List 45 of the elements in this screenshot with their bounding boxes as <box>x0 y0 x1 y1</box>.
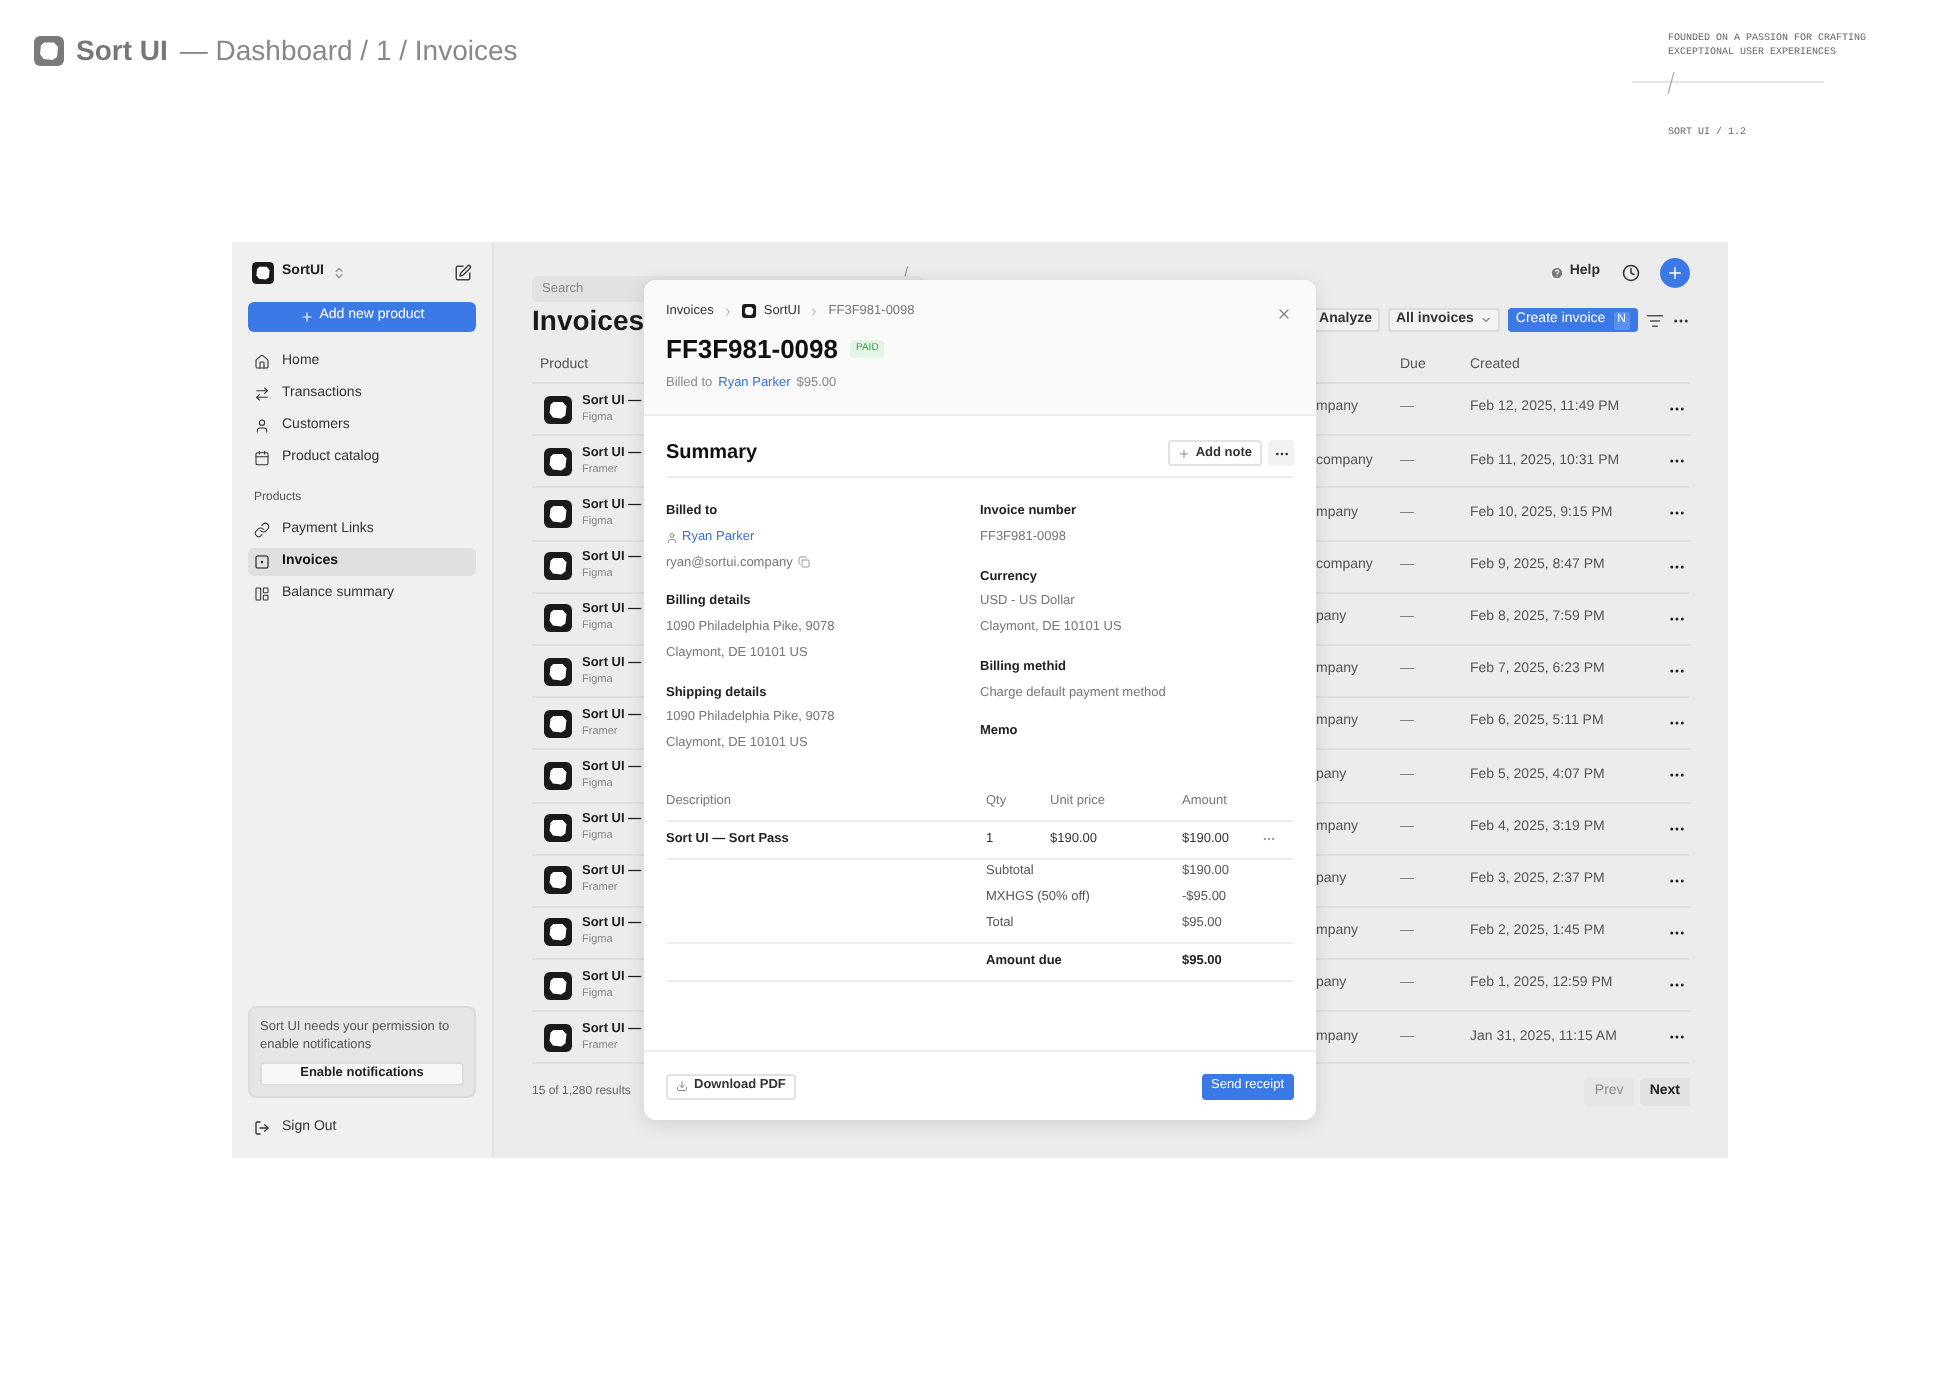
chevron-updown-icon[interactable] <box>332 265 346 279</box>
product-icon <box>544 971 572 1000</box>
plus-icon <box>1177 447 1190 459</box>
product-icon <box>544 814 572 843</box>
product-icon <box>544 499 572 528</box>
nav-icon <box>254 418 270 434</box>
product-icon <box>544 918 572 947</box>
summary-heading: Summary <box>666 440 758 468</box>
product-icon <box>544 657 572 686</box>
page-title: Invoices <box>532 301 645 339</box>
nav-icon <box>254 522 270 538</box>
product-icon <box>544 447 572 476</box>
sign-out-icon <box>254 1119 270 1136</box>
product-icon <box>544 395 572 424</box>
download-icon <box>676 1080 688 1092</box>
plus-icon <box>299 310 314 324</box>
nav-icon <box>254 354 270 370</box>
chevron-right-icon <box>808 305 821 318</box>
product-icon <box>544 604 572 633</box>
product-icon <box>544 709 572 738</box>
chevron-right-icon <box>721 305 734 318</box>
filter-icon[interactable] <box>1646 311 1664 329</box>
help-icon <box>1549 265 1564 279</box>
more-button[interactable] <box>1268 440 1294 466</box>
brand-name: Sort UI <box>76 31 168 69</box>
product-icon <box>544 866 572 895</box>
add-button[interactable] <box>1660 257 1690 287</box>
nav-icon <box>254 386 270 402</box>
product-icon <box>544 761 572 790</box>
nav-icon <box>254 586 270 602</box>
product-icon <box>544 1023 572 1052</box>
user-icon <box>666 531 678 544</box>
chevron-down-icon <box>1479 314 1492 326</box>
nav-icon <box>254 450 270 466</box>
close-icon[interactable] <box>1276 306 1292 322</box>
plus-icon <box>1666 263 1684 281</box>
breadcrumb-path: — Dashboard / 1 / Invoices <box>179 31 518 69</box>
invoice-title: FF3F981-0098 <box>666 331 838 368</box>
nav-icon <box>254 554 270 570</box>
clock-icon[interactable] <box>1622 263 1640 281</box>
logo-icon <box>252 261 274 283</box>
product-icon <box>544 552 572 581</box>
sortui-icon <box>741 304 756 319</box>
compose-icon[interactable] <box>454 263 472 281</box>
logo-icon <box>34 35 64 65</box>
